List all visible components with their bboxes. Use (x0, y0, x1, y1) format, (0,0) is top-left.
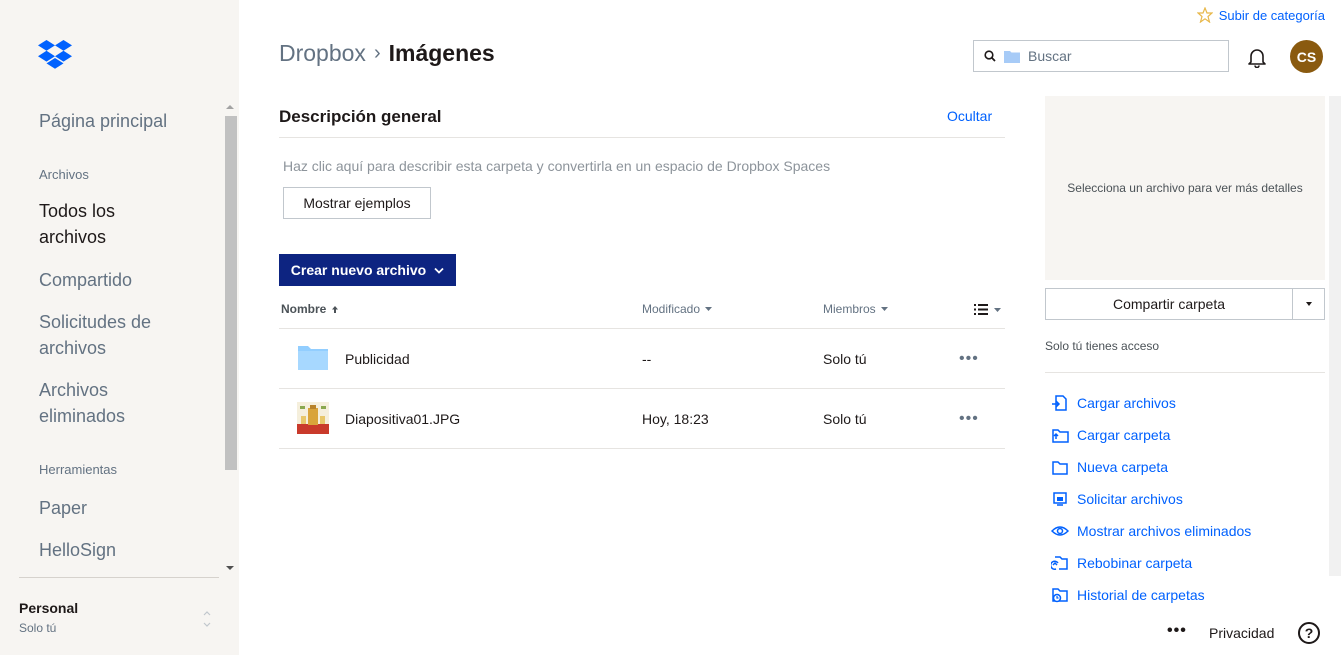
request-files-action[interactable]: Solicitar archivos (1051, 483, 1251, 515)
row-more-options-icon[interactable]: ••• (959, 350, 979, 368)
create-new-file-label: Crear nuevo archivo (290, 262, 427, 278)
caret-down-icon (880, 307, 888, 311)
sidebar-nav: Página principal Archivos Todos los arch… (0, 100, 222, 575)
sidebar: Página principal Archivos Todos los arch… (0, 0, 239, 655)
overview-divider (279, 137, 1005, 138)
page-scrollbar[interactable] (1329, 96, 1341, 576)
new-folder-icon (1052, 461, 1068, 475)
caret-down-icon (705, 307, 713, 311)
overview-title: Descripción general (279, 107, 442, 126)
search-input[interactable] (1028, 48, 1208, 64)
sidebar-item-paper[interactable]: Paper (0, 495, 87, 521)
file-members: Solo tú (823, 351, 867, 367)
upload-folder-action[interactable]: Cargar carpeta (1051, 419, 1251, 451)
scroll-down-arrow-icon[interactable] (226, 566, 234, 570)
chevron-down-icon (434, 267, 444, 274)
scrollbar-thumb[interactable] (225, 116, 237, 470)
sidebar-item-home[interactable]: Página principal (0, 108, 167, 134)
switch-account-chevron-icon[interactable] (202, 608, 212, 630)
folder-history-action[interactable]: Historial de carpetas (1051, 579, 1251, 611)
file-modified: Hoy, 18:23 (642, 411, 709, 427)
table-divider (279, 328, 1005, 329)
column-header-name[interactable]: Nombre (281, 302, 339, 316)
request-files-icon (1053, 492, 1067, 506)
rewind-icon (1051, 556, 1068, 570)
more-options-icon[interactable]: ••• (1167, 622, 1187, 640)
sort-ascending-icon (332, 305, 339, 313)
sidebar-item-file-requests[interactable]: Solicitudes de archivos (0, 309, 180, 361)
column-header-members[interactable]: Miembros (823, 302, 888, 316)
eye-icon (1051, 526, 1069, 536)
sidebar-section-tools: Herramientas (39, 462, 118, 477)
caret-down-icon (1305, 302, 1312, 306)
sidebar-item-all-files[interactable]: Todos los archivos (0, 198, 150, 250)
new-folder-action[interactable]: Nueva carpeta (1051, 451, 1251, 483)
show-deleted-files-action[interactable]: Mostrar archivos eliminados (1051, 515, 1251, 547)
caret-down-icon (994, 307, 1001, 312)
image-thumbnail (297, 402, 329, 434)
sidebar-scrollbar[interactable] (223, 100, 237, 575)
table-divider (279, 388, 1005, 389)
privacy-link[interactable]: Privacidad (1209, 625, 1274, 641)
access-info: Solo tú tienes acceso (1045, 339, 1160, 353)
bell-icon[interactable] (1246, 46, 1268, 68)
table-divider (279, 448, 1005, 449)
share-folder-group: Compartir carpeta (1045, 288, 1325, 320)
preview-placeholder: Selecciona un archivo para ver más detal… (1067, 181, 1303, 195)
view-mode-toggle[interactable] (974, 304, 1001, 315)
dropbox-logo[interactable] (38, 40, 72, 70)
create-new-file-button[interactable]: Crear nuevo archivo (279, 254, 456, 286)
page-title: Imágenes (388, 40, 495, 66)
history-icon (1052, 588, 1068, 603)
scroll-up-arrow-icon[interactable] (226, 105, 234, 109)
file-name[interactable]: Publicidad (345, 351, 410, 367)
folder-actions: Cargar archivos Cargar carpeta Nueva car… (1051, 387, 1251, 611)
upload-files-action[interactable]: Cargar archivos (1051, 387, 1251, 419)
details-preview: Selecciona un archivo para ver más detal… (1045, 96, 1325, 280)
share-options-button[interactable] (1292, 288, 1325, 320)
upload-file-icon (1052, 395, 1067, 411)
breadcrumb-root[interactable]: Dropbox (279, 40, 366, 67)
list-view-icon (974, 304, 988, 315)
avatar[interactable]: CS (1290, 40, 1323, 73)
upgrade-link[interactable]: Subir de categoría (1196, 7, 1325, 23)
search-icon (984, 50, 996, 62)
show-examples-button[interactable]: Mostrar ejemplos (283, 187, 431, 219)
file-modified: -- (642, 351, 652, 367)
sidebar-section-files: Archivos (39, 167, 89, 182)
account-switcher[interactable]: Personal Solo tú (19, 600, 78, 635)
panel-divider (1045, 372, 1325, 373)
rewind-folder-action[interactable]: Rebobinar carpeta (1051, 547, 1251, 579)
folder-icon (298, 346, 328, 370)
file-members: Solo tú (823, 411, 867, 427)
folder-description[interactable]: Haz clic aquí para describir esta carpet… (283, 158, 830, 174)
sidebar-divider (19, 577, 219, 578)
folder-scope-icon (1004, 50, 1020, 63)
file-name[interactable]: Diapositiva01.JPG (345, 411, 460, 427)
search-box[interactable] (973, 40, 1229, 72)
column-header-modified[interactable]: Modificado (642, 302, 713, 316)
row-more-options-icon[interactable]: ••• (959, 410, 979, 428)
account-name: Personal (19, 600, 79, 616)
upgrade-label: Subir de categoría (1218, 7, 1325, 23)
sidebar-item-deleted-files[interactable]: Archivos eliminados (0, 377, 150, 429)
share-folder-button[interactable]: Compartir carpeta (1045, 288, 1292, 320)
sidebar-item-shared[interactable]: Compartido (0, 267, 132, 293)
upload-folder-icon (1052, 429, 1069, 443)
account-sub: Solo tú (19, 621, 57, 635)
star-icon (1196, 7, 1213, 23)
breadcrumb: Dropbox › Imágenes (279, 40, 495, 67)
hide-overview-link[interactable]: Ocultar (947, 108, 992, 124)
breadcrumb-separator: › (373, 42, 381, 64)
help-icon[interactable]: ? (1298, 622, 1320, 644)
sidebar-item-hellosign[interactable]: HelloSign (0, 537, 116, 563)
